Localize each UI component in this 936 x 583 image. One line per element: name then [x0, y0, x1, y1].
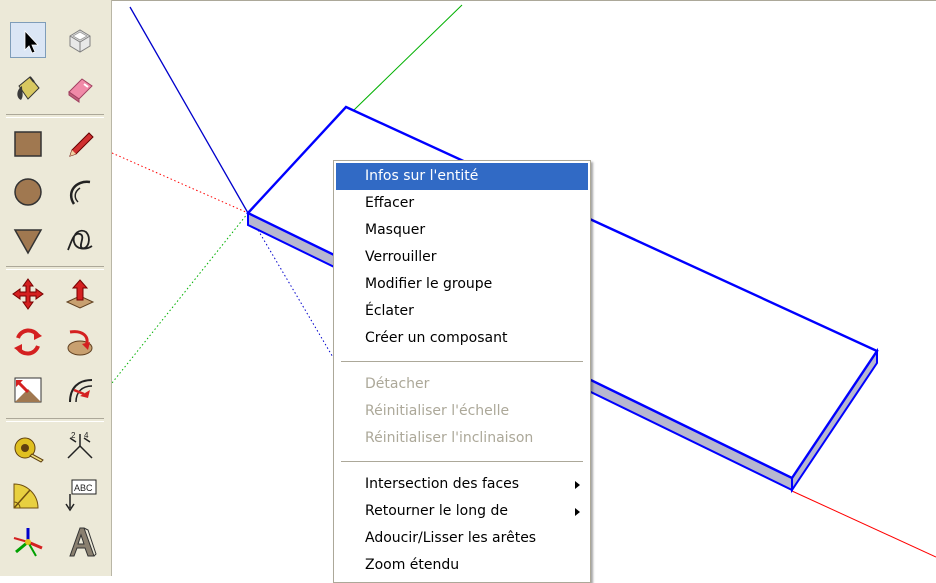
- menu-item-edit-group[interactable]: Modifier le groupe: [336, 271, 588, 298]
- tool-palette: 24 ABC: [0, 0, 112, 576]
- menu-item-intersect-faces[interactable]: Intersection des faces: [336, 471, 588, 498]
- polygon-tool-icon[interactable]: [10, 222, 46, 258]
- menu-item-hide[interactable]: Masquer: [336, 217, 588, 244]
- text-tool-icon[interactable]: ABC: [62, 476, 98, 512]
- toolbar-separator: [6, 266, 104, 270]
- menu-item-label: Réinitialiser l'inclinaison: [365, 430, 534, 446]
- eraser-tool-icon[interactable]: [62, 70, 98, 106]
- menu-item-reset-skew: Réinitialiser l'inclinaison: [336, 425, 588, 452]
- red-axis-line: [791, 490, 936, 558]
- rectangle-tool-icon[interactable]: [10, 126, 46, 162]
- blue-axis-line: [129, 6, 249, 214]
- follow-me-tool-icon[interactable]: [62, 324, 98, 360]
- svg-text:4: 4: [84, 431, 89, 440]
- menu-item-label: Zoom étendu: [365, 557, 460, 573]
- submenu-arrow-icon: [575, 508, 580, 516]
- line-tool-icon[interactable]: [62, 126, 98, 162]
- menu-item-label: Intersection des faces: [365, 476, 520, 492]
- menu-item-label: Infos sur l'entité: [365, 168, 479, 184]
- menu-item-flip-along[interactable]: Retourner le long de: [336, 498, 588, 525]
- red-axis-hidden-line: [112, 152, 249, 214]
- menu-item-soften-smooth-edges[interactable]: Adoucir/Lisser les arêtes: [336, 525, 588, 552]
- menu-separator: [341, 361, 583, 362]
- svg-text:ABC: ABC: [74, 483, 93, 493]
- menu-item-label: Créer un composant: [365, 330, 508, 346]
- menu-separator: [341, 461, 583, 462]
- arc-tool-icon[interactable]: [62, 174, 98, 210]
- menu-item-label: Adoucir/Lisser les arêtes: [365, 530, 537, 546]
- menu-item-label: Modifier le groupe: [365, 276, 493, 292]
- rotate-tool-icon[interactable]: [10, 324, 46, 360]
- menu-item-label: Retourner le long de: [365, 503, 508, 519]
- push-pull-tool-icon[interactable]: [62, 276, 98, 312]
- toolbar-separator: [6, 418, 104, 422]
- menu-item-unglue: Détacher: [336, 371, 588, 398]
- dimension-tool-icon[interactable]: 24: [62, 428, 98, 464]
- context-menu: Infos sur l'entité Effacer Masquer Verro…: [333, 160, 591, 583]
- menu-item-explode[interactable]: Éclater: [336, 298, 588, 325]
- svg-text:2: 2: [71, 431, 76, 440]
- menu-item-make-component[interactable]: Créer un composant: [336, 325, 588, 352]
- offset-tool-icon[interactable]: [62, 372, 98, 408]
- menu-item-label: Masquer: [365, 222, 426, 238]
- menu-item-label: Éclater: [365, 303, 414, 319]
- protractor-tool-icon[interactable]: [10, 476, 46, 512]
- tape-measure-tool-icon[interactable]: [10, 428, 46, 464]
- menu-item-label: Effacer: [365, 195, 415, 211]
- menu-item-lock[interactable]: Verrouiller: [336, 244, 588, 271]
- circle-tool-icon[interactable]: [10, 174, 46, 210]
- green-axis-hidden-line: [112, 212, 249, 384]
- paint-bucket-tool-icon[interactable]: [10, 70, 46, 106]
- toolbar-separator: [6, 114, 104, 118]
- menu-item-label: Réinitialiser l'échelle: [365, 403, 510, 419]
- menu-item-entity-info[interactable]: Infos sur l'entité: [336, 163, 588, 190]
- scale-tool-icon[interactable]: [10, 372, 46, 408]
- menu-item-reset-scale: Réinitialiser l'échelle: [336, 398, 588, 425]
- 3d-text-tool-icon[interactable]: [62, 524, 98, 560]
- freehand-tool-icon[interactable]: [62, 222, 98, 258]
- select-tool-icon[interactable]: [10, 22, 46, 58]
- menu-item-zoom-extents[interactable]: Zoom étendu: [336, 552, 588, 579]
- make-component-tool-icon[interactable]: [62, 22, 98, 58]
- submenu-arrow-icon: [575, 481, 580, 489]
- menu-item-erase[interactable]: Effacer: [336, 190, 588, 217]
- menu-item-label: Verrouiller: [365, 249, 437, 265]
- menu-item-label: Détacher: [365, 376, 430, 392]
- axes-tool-icon[interactable]: [10, 524, 46, 560]
- move-tool-icon[interactable]: [10, 276, 46, 312]
